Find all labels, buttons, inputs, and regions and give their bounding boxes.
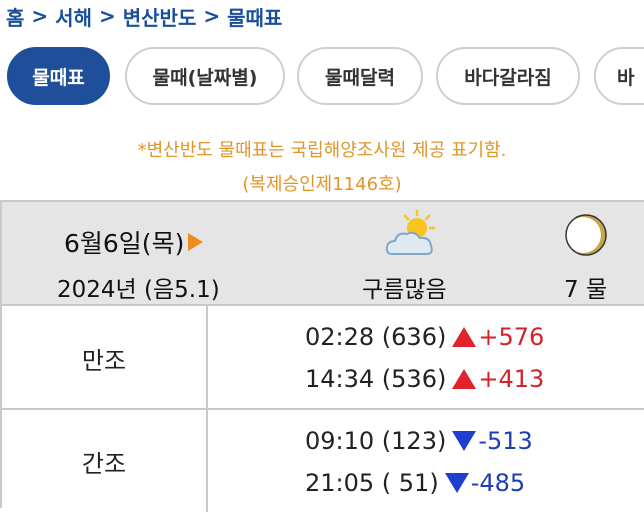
- high-tide-label: 만조: [2, 306, 208, 410]
- rise-arrow-icon: [452, 327, 477, 347]
- tide-time-level: 02:28 (636): [305, 323, 447, 351]
- breadcrumb-home[interactable]: 홈: [6, 2, 24, 31]
- rise-arrow-icon: [452, 369, 477, 389]
- rise-value: +576: [478, 323, 545, 351]
- tide-phase: 7 물: [564, 277, 608, 303]
- tide-time-level: 14:34 (536): [305, 365, 447, 393]
- breadcrumb-west-sea[interactable]: 서해: [55, 2, 92, 31]
- rise-change: +576: [452, 323, 544, 351]
- fall-change: -485: [444, 469, 526, 497]
- high-tide-entry: 02:28 (636) +576: [305, 323, 544, 351]
- tide-time-level: 09:10 (123): [305, 427, 447, 455]
- breadcrumb-separator: >: [203, 4, 221, 28]
- high-tide-row: 만조 02:28 (636) +576 14:34 (536) +413: [2, 304, 644, 410]
- tab-tide-calendar[interactable]: 물때달력: [297, 47, 423, 105]
- fall-arrow-icon: [444, 473, 469, 493]
- tide-card: 6월6일(목) 2024년 (음5.1) 구름많음 7 물 만조 02:28 (…: [0, 200, 644, 512]
- low-tide-entry: 09:10 (123) -513: [305, 427, 533, 455]
- low-tide-row: 간조 09:10 (123) -513 21:05 ( 51) -485: [2, 408, 644, 512]
- approval-number: (복제승인제1146호): [242, 174, 402, 195]
- tab-bar: 물때표 물때(날짜별) 물때달력 바다갈라짐 바: [0, 47, 644, 107]
- source-notice: *변산반도 물때표는 국립해양조사원 제공 표기함.: [137, 140, 507, 161]
- tab-tide-by-date[interactable]: 물때(날짜별): [125, 47, 285, 105]
- breadcrumb-separator: >: [98, 4, 116, 28]
- rise-value: +413: [478, 365, 545, 393]
- tab-sea-parting[interactable]: 바다갈라짐: [436, 47, 580, 105]
- fall-arrow-icon: [452, 431, 477, 451]
- date-label: 6월6일(목): [64, 229, 185, 258]
- next-day-arrow-icon[interactable]: [188, 233, 204, 251]
- fall-change: -513: [452, 427, 533, 455]
- breadcrumb: 홈 > 서해 > 변산반도 > 물때표: [6, 0, 282, 32]
- low-tide-entry: 21:05 ( 51) -485: [305, 469, 525, 497]
- breadcrumb-byeonsan[interactable]: 변산반도: [123, 2, 197, 31]
- tide-time-level: 21:05 ( 51): [305, 469, 439, 497]
- low-tide-label: 간조: [2, 410, 208, 512]
- breadcrumb-current: 물때표: [227, 5, 283, 30]
- day-header: 6월6일(목) 2024년 (음5.1) 구름많음 7 물: [2, 202, 644, 304]
- crescent-moon-icon: [565, 214, 607, 256]
- weather-label: 구름많음: [362, 277, 447, 303]
- year-lunar-date: 2024년 (음5.1): [57, 277, 220, 303]
- fall-value: -485: [470, 469, 526, 497]
- high-tide-entry: 14:34 (536) +413: [305, 365, 544, 393]
- date-selector[interactable]: 6월6일(목): [64, 224, 204, 260]
- breadcrumb-separator: >: [31, 4, 49, 28]
- rise-change: +413: [452, 365, 544, 393]
- partly-cloudy-icon: [385, 209, 436, 255]
- tab-tide-table[interactable]: 물때표: [7, 47, 110, 105]
- tab-more[interactable]: 바: [594, 47, 644, 105]
- fall-value: -513: [478, 427, 533, 455]
